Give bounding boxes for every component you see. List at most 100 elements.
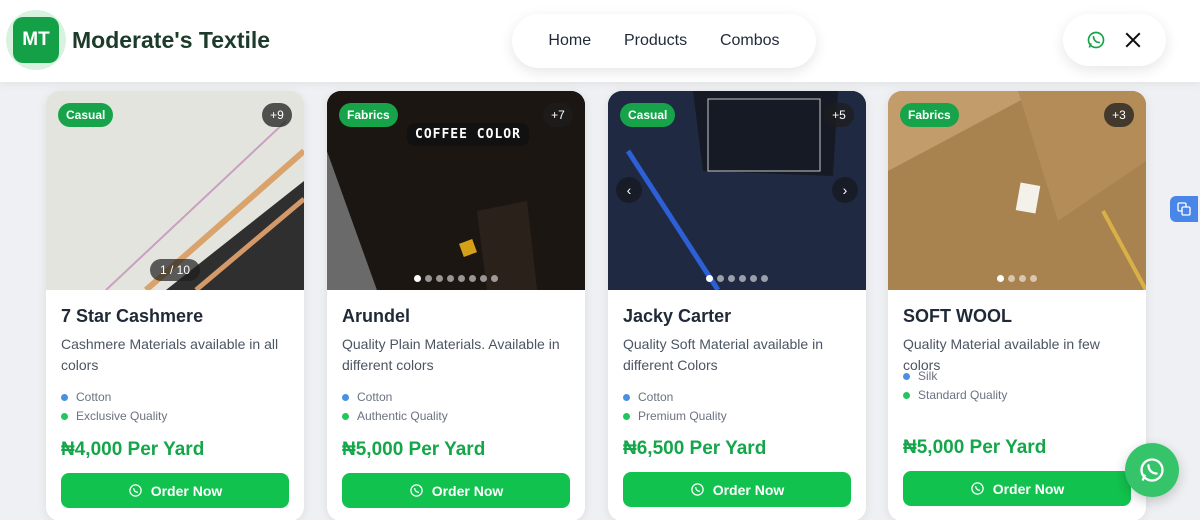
feature-label: Cotton: [638, 390, 674, 404]
more-images-count: +3: [1104, 103, 1134, 127]
carousel-dot[interactable]: [997, 275, 1004, 282]
brand-name: Moderate's Textile: [72, 26, 271, 53]
button-label: Order Now: [150, 482, 223, 499]
whatsapp-icon: [409, 484, 423, 497]
category-badge: Fabrics: [900, 103, 959, 127]
whatsapp-icon[interactable]: [1085, 29, 1107, 51]
bullet-icon: [623, 393, 630, 401]
product-price: ₦5,000 Per Yard: [903, 437, 1047, 458]
product-card[interactable]: Casual +9 1 / 10 7 Star Cashmere Cashmer…: [46, 91, 304, 520]
product-image[interactable]: COFFEE COLOR Fabrics +7: [327, 91, 585, 290]
nav-combos[interactable]: Combos: [720, 32, 780, 50]
carousel-prev-button[interactable]: ‹: [616, 177, 642, 203]
whatsapp-icon: [1140, 458, 1164, 482]
category-badge: Casual: [620, 103, 676, 127]
order-now-button[interactable]: Order Now: [342, 473, 570, 508]
feature-label: Standard Quality: [918, 388, 1008, 402]
product-image[interactable]: Casual +5 ‹ ›: [608, 91, 866, 290]
category-badge: Fabrics: [339, 103, 398, 127]
feature-item: Premium Quality: [623, 409, 727, 423]
carousel-dot[interactable]: [1030, 275, 1037, 282]
whatsapp-icon: [690, 483, 704, 496]
carousel-dot[interactable]: [706, 275, 713, 282]
more-images-count: +7: [543, 103, 573, 127]
carousel-dots: [327, 275, 585, 282]
logo-badge: MT: [6, 10, 66, 70]
translate-button[interactable]: [1170, 196, 1198, 222]
whatsapp-icon: [970, 482, 984, 495]
product-price: ₦5,000 Per Yard: [342, 439, 486, 460]
bullet-icon: [342, 412, 349, 420]
feature-item: Cotton: [342, 390, 392, 404]
button-label: Order Now: [712, 481, 785, 498]
product-card[interactable]: Fabrics +3 SOFT WOOL Quality Material av…: [888, 91, 1146, 520]
button-label: Order Now: [431, 482, 504, 499]
product-card[interactable]: COFFEE COLOR Fabrics +7 Arundel Quality …: [327, 91, 585, 520]
feature-item: Standard Quality: [903, 388, 1007, 402]
bullet-icon: [342, 393, 349, 401]
carousel-dot[interactable]: [414, 275, 421, 282]
more-images-count: +9: [262, 103, 292, 127]
carousel-dot[interactable]: [761, 275, 768, 282]
feature-label: Cotton: [76, 390, 112, 404]
logo-mark: MT: [13, 17, 59, 63]
carousel-dot[interactable]: [717, 275, 724, 282]
product-description: Quality Plain Materials. Available in di…: [342, 336, 560, 373]
bullet-icon: [623, 412, 630, 420]
product-title: SOFT WOOL: [903, 306, 1012, 326]
product-title: Arundel: [342, 306, 411, 326]
order-now-button[interactable]: Order Now: [623, 472, 851, 507]
feature-label: Exclusive Quality: [76, 409, 168, 423]
product-card[interactable]: Casual +5 ‹ › Jacky Carter Quality Soft …: [608, 91, 866, 520]
feature-item: Exclusive Quality: [61, 409, 167, 423]
product-title: 7 Star Cashmere: [61, 306, 204, 326]
feature-item: Cotton: [61, 390, 111, 404]
product-description: Quality Material available in few colors: [903, 336, 1100, 373]
product-image[interactable]: Casual +9 1 / 10: [46, 91, 304, 290]
nav-products[interactable]: Products: [624, 32, 687, 50]
feature-label: Premium Quality: [638, 409, 727, 423]
site-header: MT Moderate's Textile Home Products Comb…: [0, 0, 1200, 82]
translate-icon: [1177, 202, 1191, 216]
carousel-dot[interactable]: [458, 275, 465, 282]
product-description: Cashmere Materials available in all colo…: [61, 336, 279, 373]
more-images-count: +5: [824, 103, 854, 127]
bullet-icon: [61, 393, 68, 401]
product-price: ₦4,000 Per Yard: [61, 439, 205, 460]
bullet-icon: [61, 412, 68, 420]
nav-home[interactable]: Home: [548, 32, 591, 50]
carousel-dots: [608, 275, 866, 282]
carousel-dot[interactable]: [491, 275, 498, 282]
order-now-button[interactable]: Order Now: [61, 473, 289, 508]
carousel-dot[interactable]: [469, 275, 476, 282]
carousel-dot[interactable]: [739, 275, 746, 282]
carousel-next-button[interactable]: ›: [832, 177, 858, 203]
feature-item: Silk: [903, 369, 937, 383]
product-image[interactable]: Fabrics +3: [888, 91, 1146, 290]
feature-item: Authentic Quality: [342, 409, 448, 423]
carousel-dot[interactable]: [425, 275, 432, 282]
carousel-dot[interactable]: [480, 275, 487, 282]
carousel-dot[interactable]: [1019, 275, 1026, 282]
bullet-icon: [903, 391, 910, 399]
order-now-button[interactable]: Order Now: [903, 471, 1131, 506]
carousel-dot[interactable]: [447, 275, 454, 282]
carousel-dot[interactable]: [750, 275, 757, 282]
image-counter: 1 / 10: [150, 259, 201, 281]
feature-label: Silk: [918, 369, 938, 383]
whatsapp-icon: [128, 484, 142, 497]
category-badge: Casual: [58, 103, 114, 127]
feature-label: Cotton: [357, 390, 393, 404]
brand-logo[interactable]: MT Moderate's Textile: [6, 10, 270, 70]
whatsapp-chat-button[interactable]: [1125, 443, 1179, 497]
color-label-overlay: COFFEE COLOR: [407, 123, 529, 146]
carousel-dot[interactable]: [436, 275, 443, 282]
social-links: [1063, 14, 1166, 66]
x-icon[interactable]: [1122, 29, 1144, 51]
feature-label: Authentic Quality: [357, 409, 448, 423]
carousel-dot[interactable]: [728, 275, 735, 282]
button-label: Order Now: [992, 480, 1065, 497]
carousel-dots: [888, 275, 1146, 282]
carousel-dot[interactable]: [1008, 275, 1015, 282]
product-price: ₦6,500 Per Yard: [623, 438, 767, 459]
